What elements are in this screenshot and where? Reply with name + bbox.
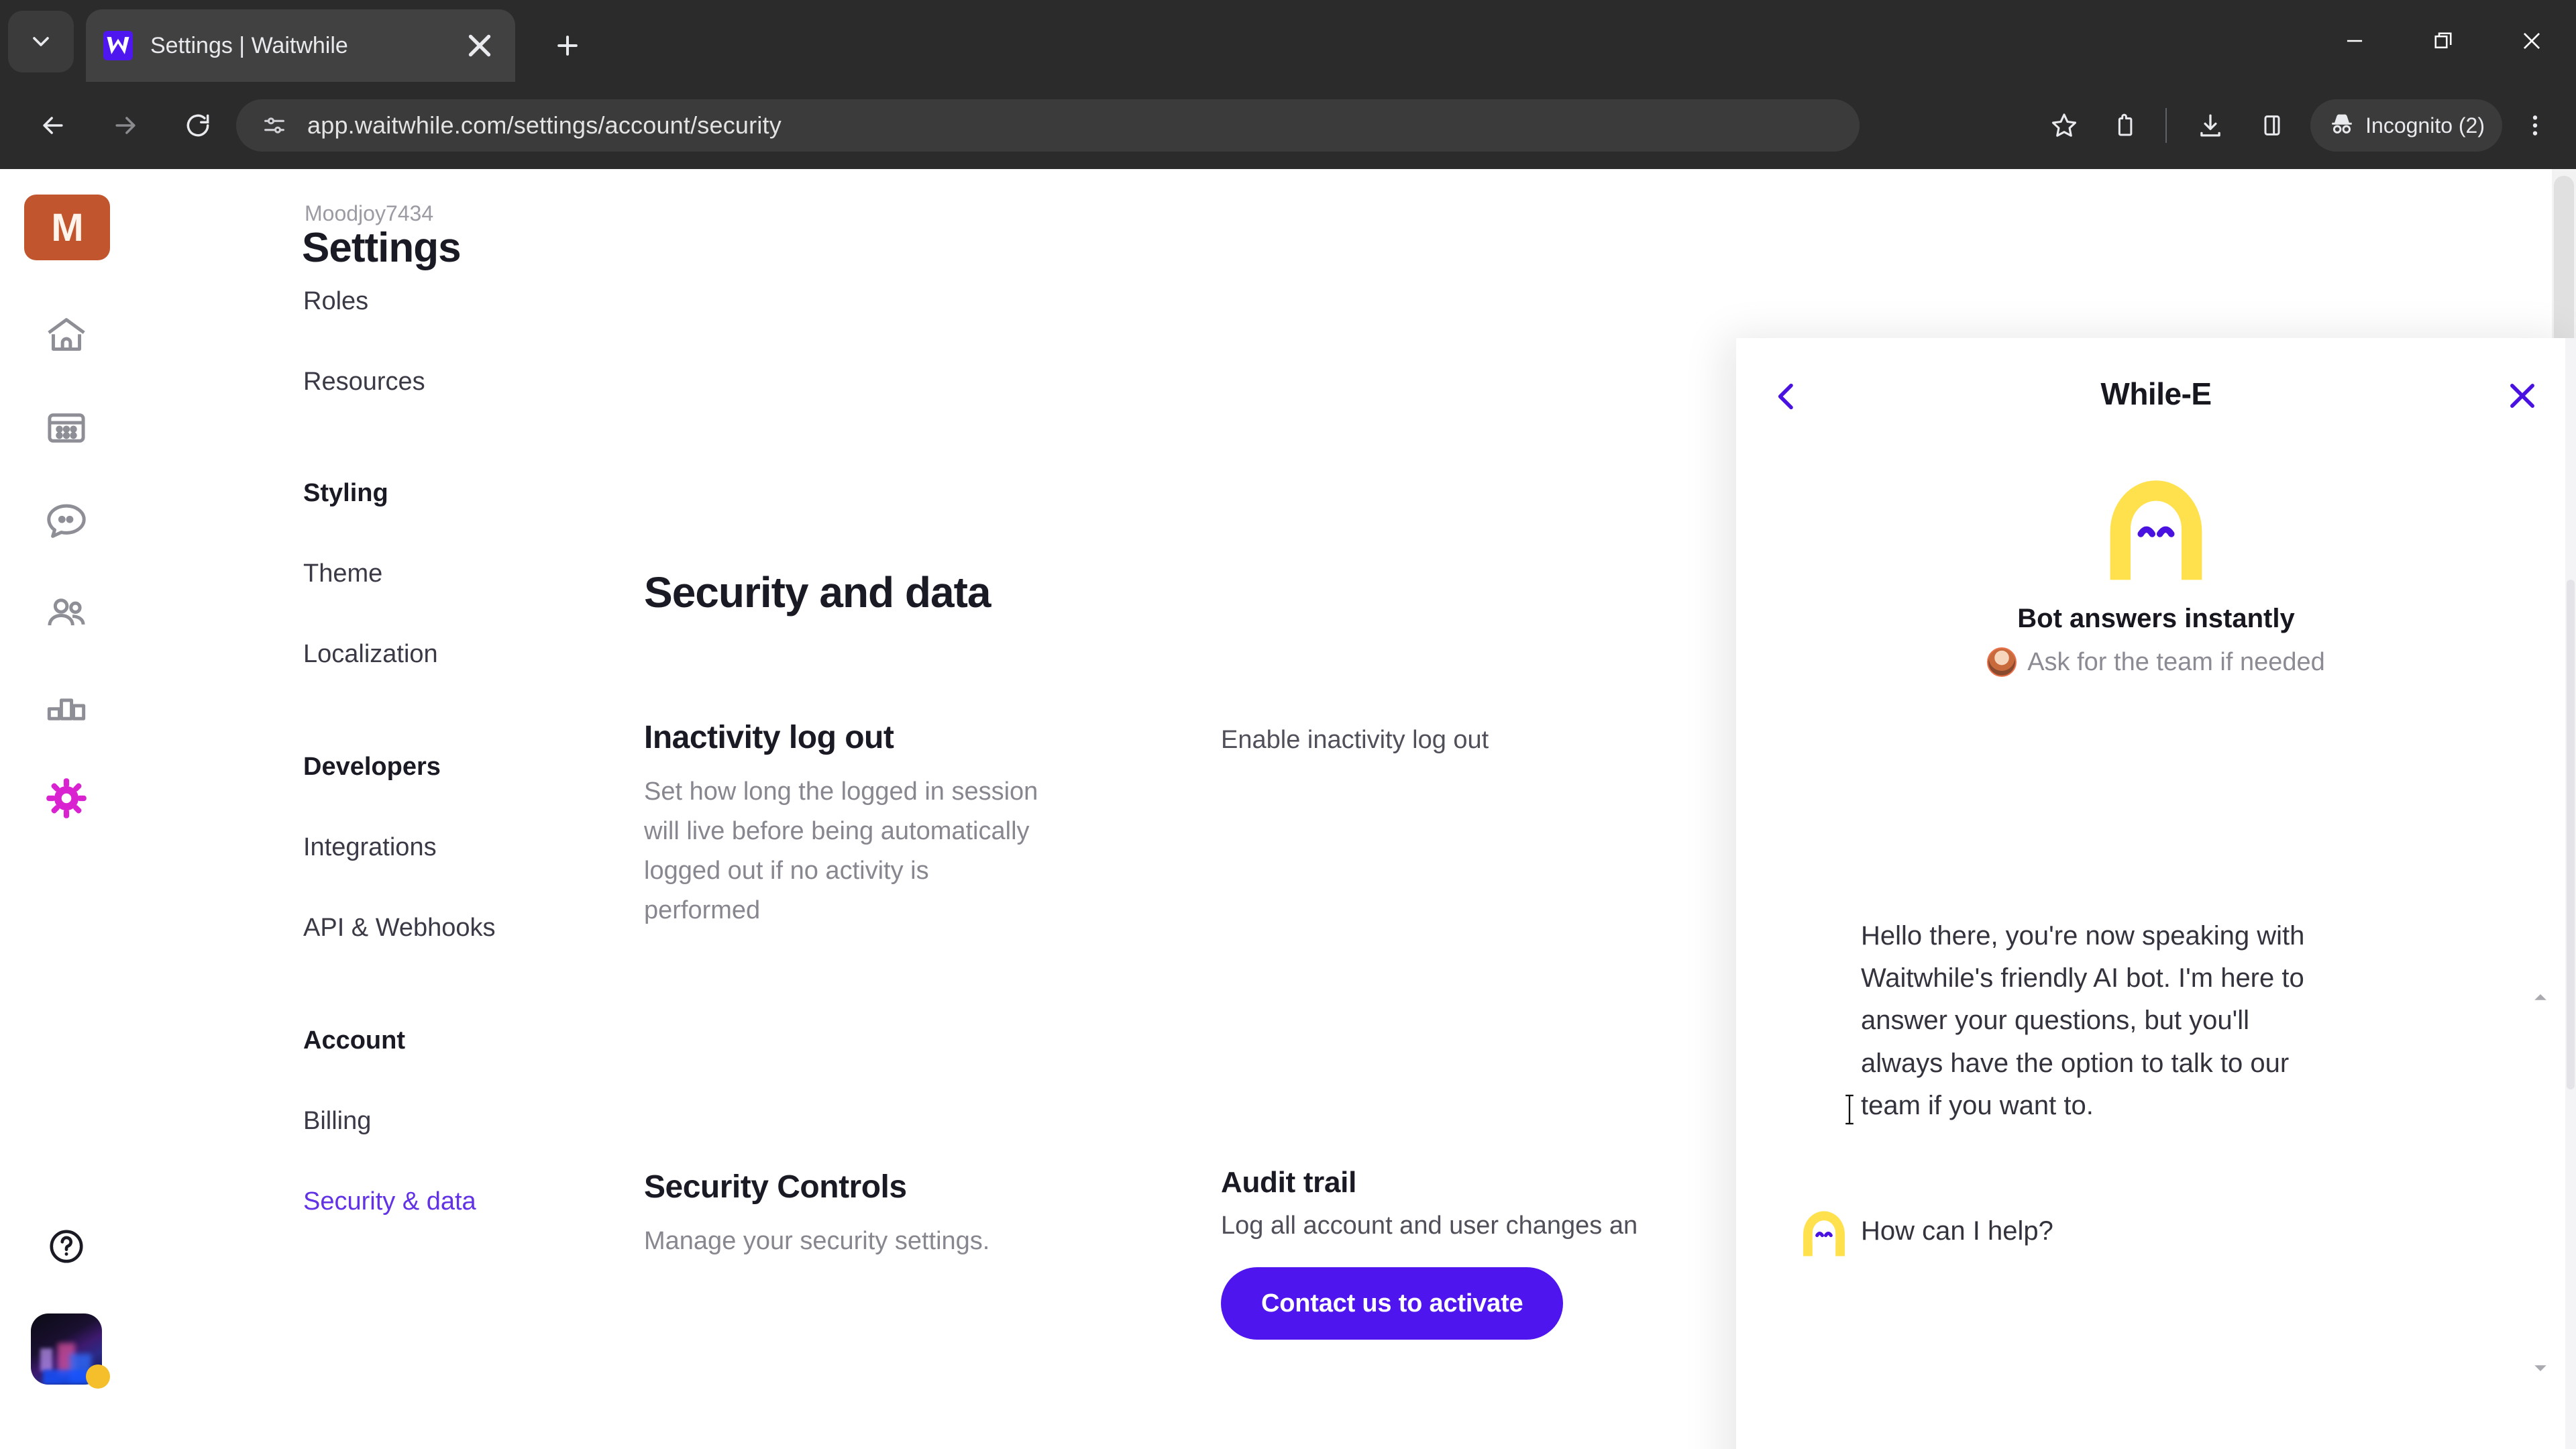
settings-nav: Moodjoy7434 Settings Roles Resources Sty… xyxy=(134,169,664,1449)
sidebar-item-localization[interactable]: Localization xyxy=(303,640,438,669)
three-dot-menu-icon[interactable] xyxy=(2506,97,2564,154)
scroll-up-arrow-icon[interactable] xyxy=(2530,987,2551,1011)
tune-icon[interactable] xyxy=(254,105,295,146)
waitwhile-logo-icon xyxy=(103,31,133,60)
chat-intro-title: Bot answers instantly xyxy=(2017,604,2295,633)
star-icon[interactable] xyxy=(2035,97,2093,154)
bar-chart-icon xyxy=(47,698,86,720)
sidebar-item-security-data[interactable]: Security & data xyxy=(303,1187,476,1216)
nav-heading-account: Account xyxy=(303,1026,405,1055)
chat-widget-scrollbar[interactable] xyxy=(2565,338,2576,1449)
chat-intro-subtitle: Ask for the team if needed xyxy=(1736,647,2576,677)
extensions-icon[interactable] xyxy=(2097,97,2155,154)
chat-message: How can I help? xyxy=(1861,1216,2053,1246)
section-description: Manage your security settings. xyxy=(644,1227,990,1255)
page-heading: Security and data xyxy=(644,568,991,616)
chat-message: Hello there, you're now speaking with Wa… xyxy=(1861,921,2305,1120)
nav-heading-styling: Styling xyxy=(303,479,388,507)
sidebar-item-messages[interactable] xyxy=(23,483,110,558)
sidebar-item-resources[interactable]: Resources xyxy=(303,368,425,396)
incognito-icon xyxy=(2328,110,2356,142)
item-description: Log all account and user changes an xyxy=(1221,1212,1638,1240)
side-panel-icon[interactable] xyxy=(2243,97,2301,154)
chat-widget: While-E Bot answers instantly Ask for th… xyxy=(1736,338,2576,1449)
close-icon[interactable] xyxy=(2496,369,2549,423)
sidebar-item-billing[interactable]: Billing xyxy=(303,1107,371,1136)
chat-bubble-icon xyxy=(47,504,86,538)
home-icon xyxy=(48,318,85,351)
gear-icon xyxy=(46,778,87,818)
calendar-icon xyxy=(48,413,85,443)
chat-widget-scrollbar-thumb[interactable] xyxy=(2567,580,2575,1089)
chat-title: While-E xyxy=(2100,376,2212,411)
sidebar-item-home[interactable] xyxy=(23,298,110,373)
people-icon xyxy=(48,598,85,626)
sidebar-item-analytics[interactable] xyxy=(23,668,110,743)
section-description: Set how long the logged in session will … xyxy=(644,777,1038,924)
sidebar-item-customers[interactable] xyxy=(23,576,110,651)
reload-icon[interactable] xyxy=(169,97,227,154)
chat-intro: Bot answers instantly Ask for the team i… xyxy=(1736,458,2576,677)
tab-title: Settings | Waitwhile xyxy=(150,32,348,58)
workspace-logo[interactable]: M xyxy=(24,195,110,260)
scroll-down-arrow-icon[interactable] xyxy=(2530,1358,2551,1381)
chat-intro-subtitle-text: Ask for the team if needed xyxy=(2027,647,2325,676)
window-controls xyxy=(2310,0,2576,82)
field-label: Enable inactivity log out xyxy=(1221,726,1489,754)
sidebar-item-roles[interactable]: Roles xyxy=(303,287,368,316)
nav-heading-developers: Developers xyxy=(303,753,441,781)
text-cursor xyxy=(1845,1085,1854,1128)
address-bar[interactable]: app.waitwhile.com/settings/account/secur… xyxy=(236,99,1860,152)
org-name: Moodjoy7434 xyxy=(305,201,434,225)
page-viewport: M Moodjoy7434 Settings Roles Resources S… xyxy=(0,169,2576,1449)
profile-chip[interactable]: Incognito (2) xyxy=(2310,99,2502,152)
app-rail: M xyxy=(0,169,134,1449)
browser-toolbar: app.waitwhile.com/settings/account/secur… xyxy=(0,82,2576,169)
new-tab-button[interactable] xyxy=(543,21,592,70)
security-control-audit-trail: Audit trail Log all account and user cha… xyxy=(1221,1166,1638,1340)
sidebar-item-settings[interactable] xyxy=(23,761,110,836)
sidebar-item-integrations[interactable]: Integrations xyxy=(303,833,437,862)
while-e-bot-icon xyxy=(2092,458,2220,585)
contact-us-to-activate-button[interactable]: Contact us to activate xyxy=(1221,1267,1564,1340)
tab-search-icon[interactable] xyxy=(8,11,74,72)
page-title: Settings xyxy=(302,225,462,271)
team-member-avatar xyxy=(1987,647,2017,677)
forward-arrow-icon[interactable] xyxy=(97,97,154,154)
toolbar-divider xyxy=(2165,108,2167,143)
browser-chrome: Settings | Waitwhile app.waitwhile.com/s… xyxy=(0,0,2576,169)
toolbar-actions: Incognito (2) xyxy=(2031,97,2564,154)
help-circle-icon[interactable] xyxy=(23,1209,110,1284)
close-window-button[interactable] xyxy=(2487,0,2576,82)
sidebar-item-theme[interactable]: Theme xyxy=(303,559,382,588)
sidebar-item-api-webhooks[interactable]: API & Webhooks xyxy=(303,914,496,943)
chat-message-list[interactable]: Hello there, you're now speaking with Wa… xyxy=(1736,921,2576,1449)
download-icon[interactable] xyxy=(2182,97,2239,154)
sidebar-item-schedule[interactable] xyxy=(23,390,110,466)
item-title: Audit trail xyxy=(1221,1166,1357,1199)
maximize-window-button[interactable] xyxy=(2399,0,2487,82)
chat-header: While-E xyxy=(1736,338,2576,452)
minimize-window-button[interactable] xyxy=(2310,0,2399,82)
while-e-bot-icon xyxy=(1795,1201,1853,1258)
close-icon[interactable] xyxy=(462,28,498,64)
status-badge xyxy=(86,1364,110,1389)
settings-nav-scroll[interactable]: Roles Resources Styling Theme Localizati… xyxy=(134,284,530,1449)
tab-strip: Settings | Waitwhile xyxy=(0,0,2576,82)
inactivity-log-out-field[interactable]: Enable inactivity log out xyxy=(1221,726,1489,755)
back-arrow-icon[interactable] xyxy=(24,97,82,154)
browser-tab[interactable]: Settings | Waitwhile xyxy=(86,9,515,82)
url-text: app.waitwhile.com/settings/account/secur… xyxy=(307,111,782,139)
profile-label: Incognito (2) xyxy=(2365,113,2485,138)
